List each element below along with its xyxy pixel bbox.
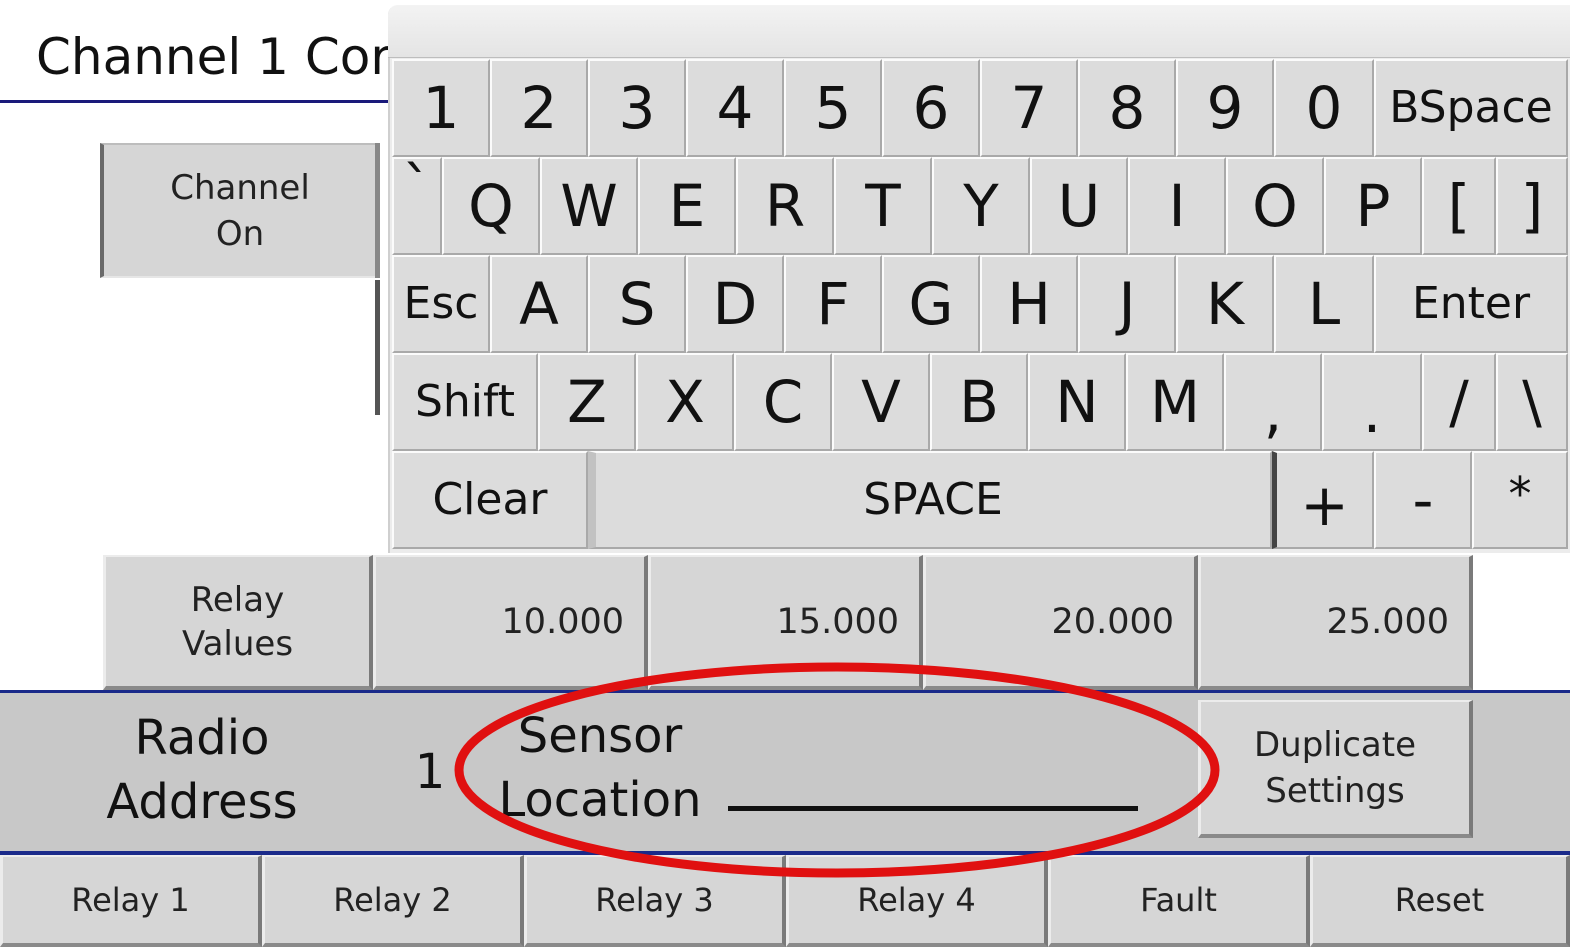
- radio-address-value: 1: [414, 744, 446, 800]
- key-g[interactable]: G: [882, 255, 980, 353]
- key-shift[interactable]: Shift: [392, 353, 538, 451]
- key-c[interactable]: C: [734, 353, 832, 451]
- key-k[interactable]: K: [1176, 255, 1274, 353]
- hidden-control-edge: [375, 143, 380, 278]
- tab-reset[interactable]: Reset: [1310, 855, 1570, 947]
- key-6[interactable]: 6: [882, 59, 980, 157]
- key-2[interactable]: 2: [490, 59, 588, 157]
- key-slash[interactable]: /: [1422, 353, 1496, 451]
- key-backspace[interactable]: BSpace: [1374, 59, 1568, 157]
- key-backslash[interactable]: \: [1496, 353, 1568, 451]
- hidden-control-edge: [375, 280, 380, 415]
- key-w[interactable]: W: [540, 157, 638, 255]
- key-r[interactable]: R: [736, 157, 834, 255]
- key-t[interactable]: T: [834, 157, 932, 255]
- key-x[interactable]: X: [636, 353, 734, 451]
- key-j[interactable]: J: [1078, 255, 1176, 353]
- tab-fault[interactable]: Fault: [1048, 855, 1310, 947]
- key-comma[interactable]: ,: [1224, 353, 1322, 451]
- relay-value-4[interactable]: 25.000: [1198, 555, 1473, 690]
- key-9[interactable]: 9: [1176, 59, 1274, 157]
- sensor-location-input[interactable]: [728, 760, 1138, 806]
- duplicate-settings-button[interactable]: Duplicate Settings: [1198, 700, 1473, 838]
- key-b[interactable]: B: [930, 353, 1028, 451]
- title-underline: [0, 100, 400, 103]
- key-esc[interactable]: Esc: [392, 255, 490, 353]
- key-space[interactable]: SPACE: [588, 451, 1272, 549]
- key-plus[interactable]: +: [1272, 451, 1374, 549]
- key-4[interactable]: 4: [686, 59, 784, 157]
- relay-value-1[interactable]: 10.000: [373, 555, 648, 690]
- key-1[interactable]: 1: [392, 59, 490, 157]
- key-i[interactable]: I: [1128, 157, 1226, 255]
- key-o[interactable]: O: [1226, 157, 1324, 255]
- tab-relay-1[interactable]: Relay 1: [0, 855, 262, 947]
- key-s[interactable]: S: [588, 255, 686, 353]
- key-period[interactable]: .: [1322, 353, 1422, 451]
- key-m[interactable]: M: [1126, 353, 1224, 451]
- key-a[interactable]: A: [490, 255, 588, 353]
- sensor-location-label: Sensor Location: [498, 708, 702, 828]
- sensor-location-underline: [728, 806, 1138, 811]
- keyboard-title-bar[interactable]: [388, 5, 1570, 58]
- tab-relay-4[interactable]: Relay 4: [786, 855, 1048, 947]
- key-f[interactable]: F: [784, 255, 882, 353]
- channel-on-button[interactable]: Channel On: [100, 143, 378, 278]
- tab-relay-2[interactable]: Relay 2: [262, 855, 524, 947]
- key-p[interactable]: P: [1324, 157, 1422, 255]
- relay-value-2[interactable]: 15.000: [648, 555, 923, 690]
- key-asterisk[interactable]: *: [1472, 451, 1568, 549]
- key-0[interactable]: 0: [1274, 59, 1374, 157]
- key-z[interactable]: Z: [538, 353, 636, 451]
- key-left-bracket[interactable]: [: [1422, 157, 1496, 255]
- key-u[interactable]: U: [1030, 157, 1128, 255]
- radio-address-label: Radio Address: [106, 710, 298, 830]
- page-title: Channel 1 Cor: [36, 28, 391, 86]
- key-y[interactable]: Y: [932, 157, 1030, 255]
- key-8[interactable]: 8: [1078, 59, 1176, 157]
- key-right-bracket[interactable]: ]: [1496, 157, 1568, 255]
- key-q[interactable]: Q: [442, 157, 540, 255]
- key-n[interactable]: N: [1028, 353, 1126, 451]
- key-3[interactable]: 3: [588, 59, 686, 157]
- key-e[interactable]: E: [638, 157, 736, 255]
- key-enter[interactable]: Enter: [1374, 255, 1568, 353]
- key-d[interactable]: D: [686, 255, 784, 353]
- key-backtick[interactable]: `: [392, 157, 442, 255]
- key-minus[interactable]: -: [1374, 451, 1472, 549]
- key-clear[interactable]: Clear: [392, 451, 588, 549]
- key-v[interactable]: V: [832, 353, 930, 451]
- relay-value-3[interactable]: 20.000: [923, 555, 1198, 690]
- tab-relay-3[interactable]: Relay 3: [524, 855, 786, 947]
- key-5[interactable]: 5: [784, 59, 882, 157]
- key-h[interactable]: H: [980, 255, 1078, 353]
- relay-values-button[interactable]: Relay Values: [103, 555, 373, 690]
- key-l[interactable]: L: [1274, 255, 1374, 353]
- key-7[interactable]: 7: [980, 59, 1078, 157]
